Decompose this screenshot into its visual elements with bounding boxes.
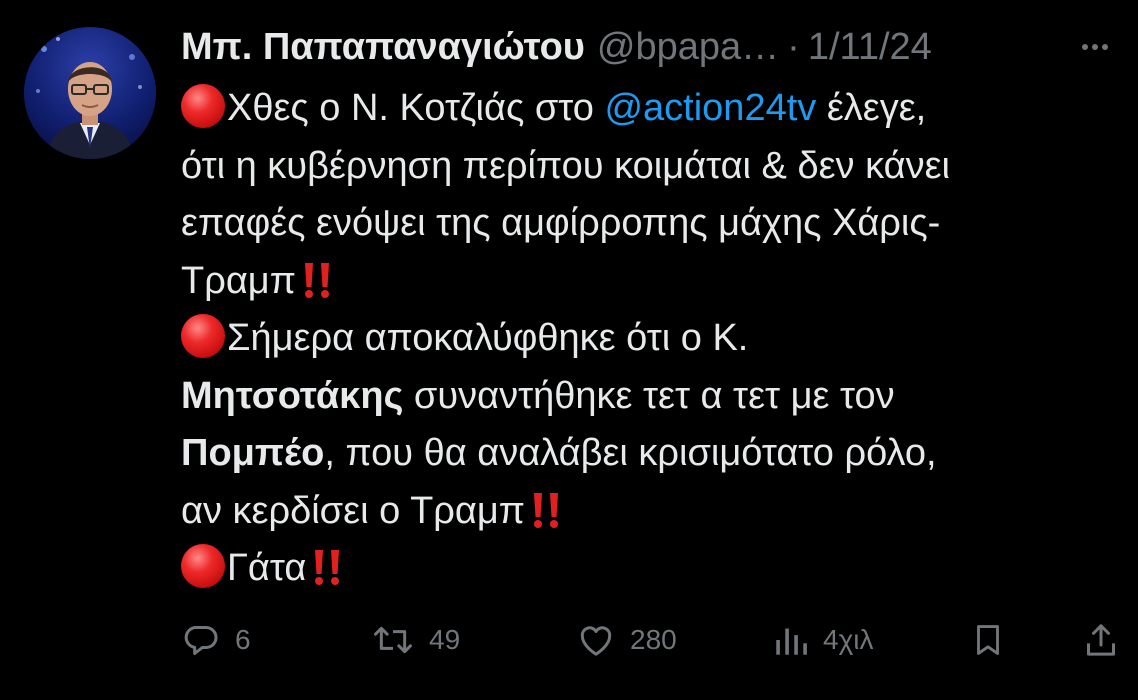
red-circle-emoji bbox=[181, 314, 225, 358]
reply-button[interactable]: 6 bbox=[181, 612, 251, 668]
red-circle-emoji bbox=[181, 544, 225, 588]
double-exclamation-emoji bbox=[302, 259, 332, 317]
repost-icon bbox=[374, 626, 412, 654]
heart-icon bbox=[580, 626, 612, 656]
tweet-line: Τραμπ bbox=[181, 253, 1121, 311]
tweet-line: Πομπέο, που θα αναλάβει κρισιμότατο ρόλο… bbox=[181, 425, 1121, 483]
repost-count: 49 bbox=[429, 624, 461, 655]
red-circle-emoji bbox=[181, 84, 225, 128]
tweet-text-segment: συναντήθηκε τετ α τετ με τον bbox=[403, 374, 895, 417]
tweet-line: Γάτα bbox=[181, 540, 1121, 598]
tweet-text-segment: Χθες ο Ν. Κοτζιάς στο bbox=[227, 87, 605, 129]
tweet-text-segment: Γάτα bbox=[227, 547, 307, 589]
views-icon bbox=[776, 628, 807, 655]
tweet-line: επαφές ενόψει της αμφίρροπης μάχης Χάρις… bbox=[181, 202, 941, 244]
avatar-image bbox=[24, 27, 156, 159]
tweet-text-segment: Σήμερα αποκαλύφθηκε ότι ο Κ. bbox=[227, 317, 749, 359]
like-button[interactable]: 280 bbox=[576, 612, 677, 668]
double-exclamation-emoji bbox=[531, 489, 561, 547]
like-count: 280 bbox=[630, 624, 677, 655]
views-count: 4χιλ bbox=[823, 624, 874, 655]
tweet-text: Χθες ο Ν. Κοτζιάς στο @action24tv έλεγε,… bbox=[181, 80, 1121, 598]
tweet-line: Μητσοτάκης συναντήθηκε τετ α τετ με τον bbox=[181, 368, 1121, 426]
bookmark-icon bbox=[977, 625, 999, 655]
reply-icon bbox=[184, 626, 218, 655]
tweet[interactable]: Μπ. Παπαπαναγιώτου @bpapa… · 1/11/24 Χθε… bbox=[0, 0, 1138, 700]
views-button[interactable]: 4χιλ bbox=[773, 612, 874, 668]
more-icon-dot bbox=[1102, 44, 1108, 50]
bold-name: Μητσοτάκης bbox=[181, 374, 404, 417]
display-name[interactable]: Μπ. Παπαπαναγιώτου bbox=[181, 22, 585, 72]
separator-dot: · bbox=[787, 26, 800, 68]
bookmark-button[interactable] bbox=[969, 612, 1007, 668]
double-exclamation-emoji bbox=[312, 546, 342, 604]
tweet-date[interactable]: 1/11/24 bbox=[808, 22, 932, 72]
user-handle[interactable]: @bpapa… bbox=[597, 22, 779, 72]
more-icon-dot bbox=[1092, 44, 1098, 50]
tweet-line: αν κερδίσει ο Τραμπ bbox=[181, 483, 1121, 541]
more-options-button[interactable] bbox=[1069, 22, 1121, 72]
tweet-text-segment: αν κερδίσει ο Τραμπ bbox=[181, 489, 525, 532]
tweet-text-segment: , που θα αναλάβει κρισιμότατο ρόλο, bbox=[324, 432, 937, 474]
tweet-line: Χθες ο Ν. Κοτζιάς στο @action24tv έλεγε, bbox=[181, 80, 1121, 138]
tweet-text-segment: έλεγε, bbox=[816, 87, 927, 129]
reply-count: 6 bbox=[235, 624, 251, 655]
repost-button[interactable]: 49 bbox=[371, 612, 460, 668]
action-bar: 6 49 280 4χιλ bbox=[181, 612, 1121, 668]
mention-link[interactable]: @action24tv bbox=[604, 87, 816, 129]
avatar[interactable] bbox=[24, 27, 156, 159]
more-icon bbox=[1082, 44, 1088, 50]
share-icon bbox=[1087, 624, 1115, 656]
bold-name: Πομπέο bbox=[181, 432, 325, 474]
share-button[interactable] bbox=[1081, 612, 1121, 668]
tweet-header: Μπ. Παπαπαναγιώτου @bpapa… · 1/11/24 bbox=[181, 22, 1121, 72]
tweet-line: ότι η κυβέρνηση περίπου κοιμάται & δεν κ… bbox=[181, 144, 950, 187]
tweet-text-segment: Τραμπ bbox=[181, 259, 296, 302]
tweet-line: Σήμερα αποκαλύφθηκε ότι ο Κ. bbox=[181, 310, 1121, 368]
